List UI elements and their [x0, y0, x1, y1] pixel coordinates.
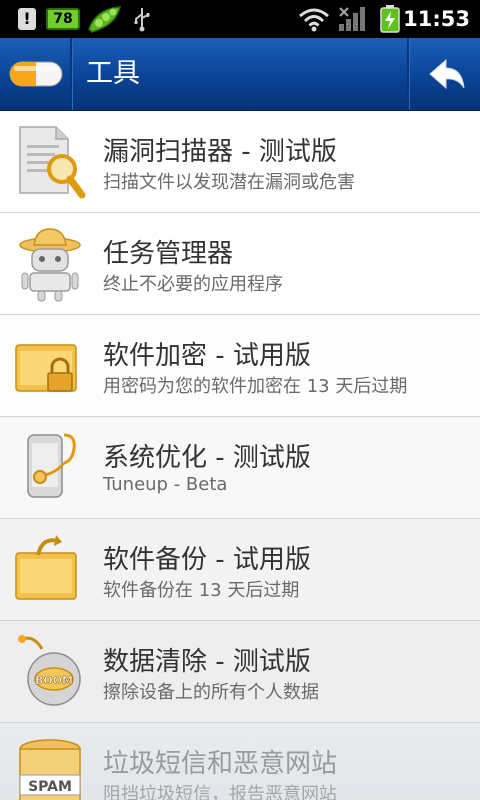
- list-item-subtitle: 软件备份在 13 天后过期: [103, 580, 300, 601]
- list-item-vulnerability-scanner[interactable]: 漏洞扫描器 - 测试版 扫描文件以发现潜在漏洞或危害: [0, 111, 480, 213]
- usb-icon: [134, 8, 150, 32]
- back-arrow-icon[interactable]: [410, 38, 480, 110]
- list-item-spam-blocker[interactable]: SPAM 垃圾短信和恶意网站 阻挡垃圾短信，报告恶意网站: [0, 723, 480, 800]
- list-item-title: 垃圾短信和恶意网站: [103, 749, 338, 779]
- list-item-subtitle: 阻挡垃圾短信，报告恶意网站: [103, 784, 337, 800]
- page-title: 工具: [86, 58, 140, 89]
- tools-list: 漏洞扫描器 - 测试版 扫描文件以发现潜在漏洞或危害 任务管理器 终止不必要的应…: [0, 111, 480, 800]
- list-item-subtitle: 用密码为您的软件加密在 13 天后过期: [103, 376, 408, 397]
- list-item-title: 数据清除 - 测试版: [103, 647, 311, 677]
- boom-label: BOOM: [35, 674, 73, 687]
- battery-charging-icon: [380, 5, 400, 33]
- list-item-subtitle: 扫描文件以发现潜在漏洞或危害: [103, 172, 355, 193]
- list-item-software-encryption[interactable]: 软件加密 - 试用版 用密码为您的软件加密在 13 天后过期: [0, 315, 480, 417]
- list-item-title: 漏洞扫描器 - 测试版: [103, 137, 337, 167]
- list-item-software-backup[interactable]: 软件备份 - 试用版 软件备份在 13 天后过期: [0, 519, 480, 621]
- spam-can-icon: SPAM: [19, 739, 81, 800]
- title-bar: 工具: [0, 38, 480, 111]
- spam-label: SPAM: [28, 779, 72, 795]
- folder-backup-icon: [15, 535, 77, 600]
- robot-hat-icon: [19, 228, 81, 302]
- pea-pod-icon: [88, 6, 121, 33]
- pill-logo-icon[interactable]: [0, 38, 70, 110]
- phone-stethoscope-icon: [27, 433, 76, 498]
- list-item-title: 任务管理器: [103, 239, 234, 269]
- wifi-icon: [299, 8, 329, 32]
- clock: 11:53: [403, 7, 470, 31]
- folder-lock-icon: [15, 344, 77, 392]
- signal-icon: [339, 7, 365, 31]
- title-separator: [70, 38, 73, 110]
- list-item-data-wipe[interactable]: BOOM 数据清除 - 测试版 擦除设备上的所有个人数据: [0, 621, 480, 723]
- list-item-subtitle: 终止不必要的应用程序: [103, 274, 283, 295]
- status-bar: ! 78 11:53: [0, 0, 480, 38]
- list-item-title: 软件加密 - 试用版: [103, 341, 311, 371]
- battery-app-icon: 78: [46, 8, 80, 30]
- document-magnifier-icon: [19, 126, 86, 199]
- list-item-system-optimize[interactable]: 系统优化 - 测试版 Tuneup - Beta: [0, 417, 480, 519]
- list-item-subtitle: 擦除设备上的所有个人数据: [103, 682, 319, 703]
- list-item-title: 系统优化 - 测试版: [103, 443, 311, 473]
- list-item-subtitle: Tuneup - Beta: [103, 474, 228, 495]
- alert-icon: !: [18, 8, 36, 30]
- boom-bomb-icon: BOOM: [18, 635, 81, 706]
- list-item-task-manager[interactable]: 任务管理器 终止不必要的应用程序: [0, 213, 480, 315]
- list-item-title: 软件备份 - 试用版: [103, 545, 311, 575]
